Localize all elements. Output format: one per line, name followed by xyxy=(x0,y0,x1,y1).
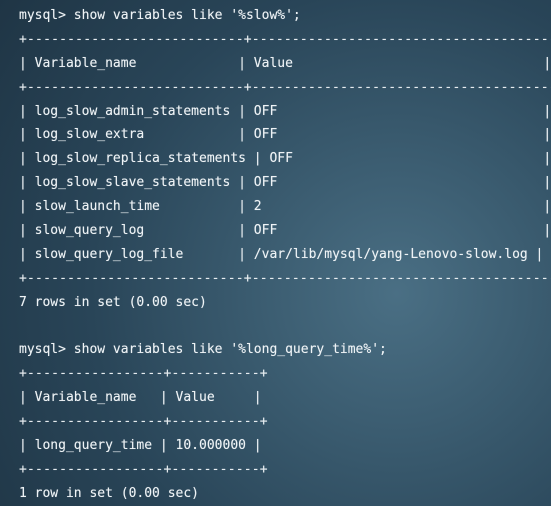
table-divider: +-----------------+-----------+ xyxy=(19,414,268,430)
table-divider: +-----------------+-----------+ xyxy=(19,461,268,477)
table-header-row: | Variable_name | Value | xyxy=(19,55,551,71)
table-divider: +---------------------------+-----------… xyxy=(19,31,551,47)
table-row: | log_slow_admin_statements | OFF | xyxy=(19,103,551,119)
result-summary: 1 row in set (0.00 sec) xyxy=(19,485,200,501)
table-divider: +---------------------------+-----------… xyxy=(19,79,551,95)
table-divider: +---------------------------+-----------… xyxy=(19,270,551,286)
table-row: | log_slow_extra | OFF | xyxy=(19,127,551,143)
terminal-line: mysql> show variables like '%long_query_… xyxy=(19,342,387,358)
table-row: | slow_query_log | OFF | xyxy=(19,223,551,239)
terminal-line: mysql> show variables like '%slow%'; xyxy=(19,8,301,23)
table-row: | log_slow_replica_statements | OFF | xyxy=(19,151,551,167)
table-divider: +-----------------+-----------+ xyxy=(19,366,268,382)
table-row: | long_query_time | 10.000000 | xyxy=(19,438,262,454)
result-summary: 7 rows in set (0.00 sec) xyxy=(19,294,207,310)
table-row: | slow_launch_time | 2 | xyxy=(19,199,551,215)
table-row: | log_slow_slave_statements | OFF | xyxy=(19,175,551,191)
table-row: | slow_query_log_file | /var/lib/mysql/y… xyxy=(19,246,544,262)
table-header-row: | Variable_name | Value | xyxy=(19,390,262,406)
terminal-window[interactable]: mysql> show variables like '%slow%'; +--… xyxy=(0,0,551,506)
